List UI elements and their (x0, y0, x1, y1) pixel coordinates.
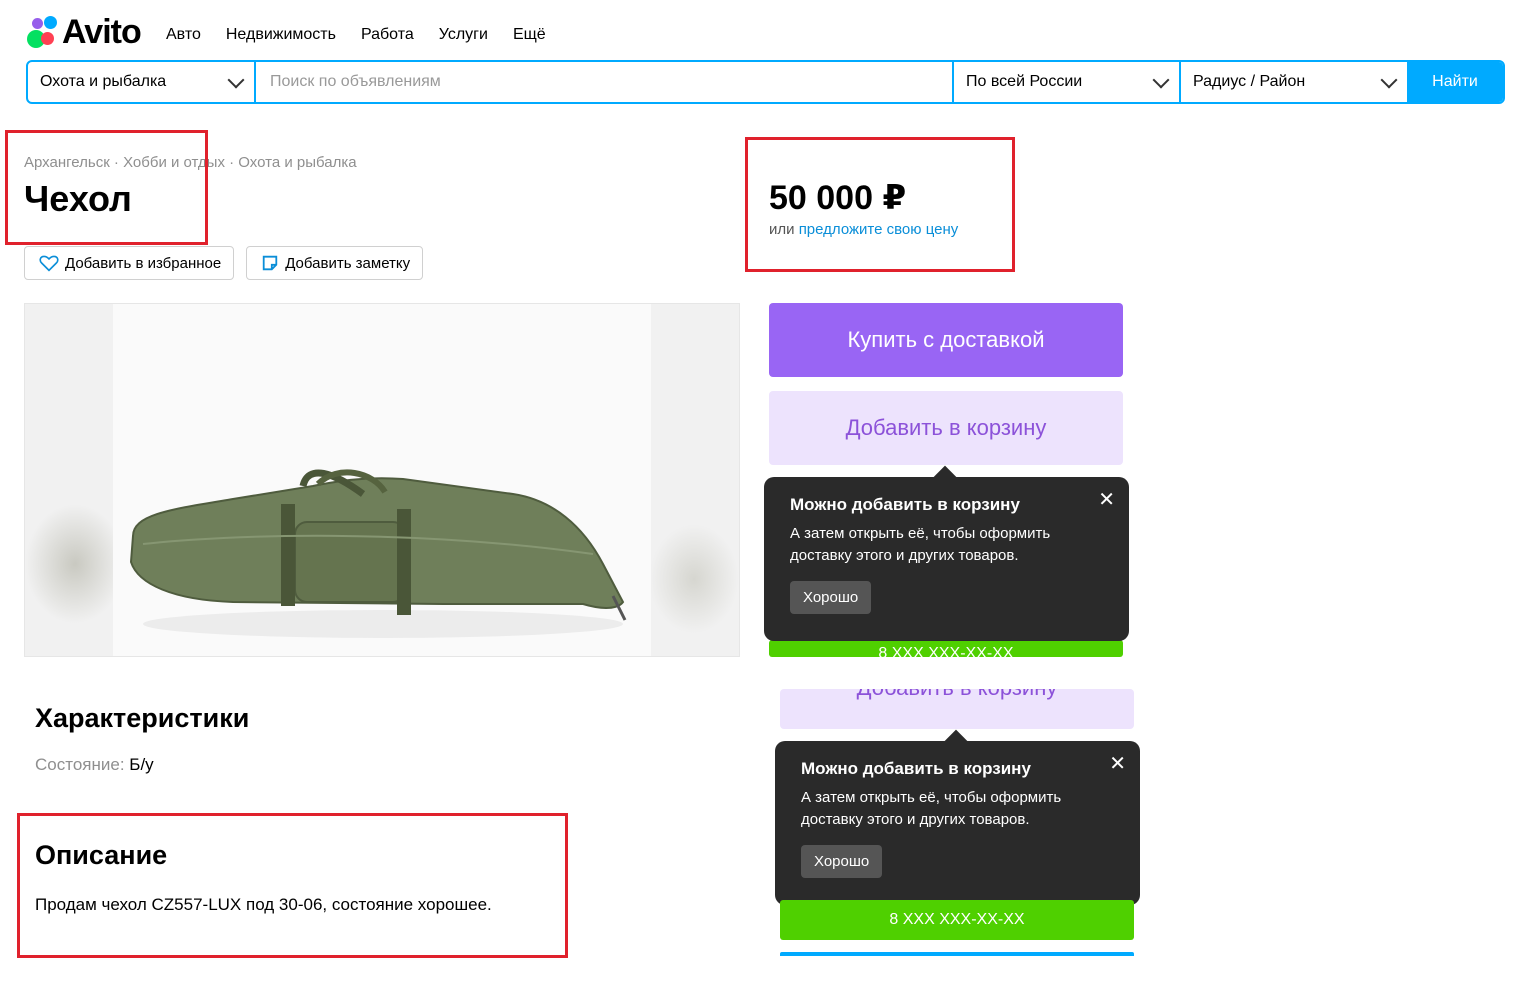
main-photo (113, 304, 651, 656)
chevron-down-icon (1380, 71, 1398, 88)
phone-label: 8 XXX XXX-XX-XX (878, 645, 1014, 657)
add-note-button[interactable]: Добавить заметку (246, 246, 424, 280)
annotation-box-price (745, 137, 1015, 272)
cart-tooltip: ✕ Можно добавить в корзину А затем откры… (764, 477, 1129, 641)
condition-value: Б/у (129, 755, 154, 774)
add-favorite-label: Добавить в избранное (65, 254, 222, 272)
annotation-box-title (5, 130, 208, 245)
avito-logo[interactable]: Avito (24, 12, 142, 52)
gallery-prev-blur (25, 504, 125, 624)
add-note-label: Добавить заметку (285, 254, 411, 272)
category-select[interactable]: Охота и рыбалка (28, 62, 256, 102)
tooltip-ok-button[interactable]: Хорошо (801, 845, 883, 878)
chevron-down-icon (227, 71, 245, 88)
buy-with-delivery-button[interactable]: Купить с доставкой (769, 303, 1123, 377)
nav-item-jobs[interactable]: Работа (361, 26, 414, 44)
show-phone-button[interactable]: 8 XXX XXX-XX-XX (769, 640, 1123, 657)
note-icon (263, 255, 278, 271)
tooltip-title: Можно добавить в корзину (790, 495, 1020, 514)
radius-select[interactable]: Радиус / Район (1181, 62, 1407, 102)
tooltip-text: А затем открыть её, чтобы оформить доста… (790, 525, 1051, 564)
region-select[interactable]: По всей России (954, 62, 1181, 102)
search-button[interactable]: Найти (1407, 62, 1503, 102)
tooltip-text: А затем открыть её, чтобы оформить доста… (801, 789, 1062, 828)
condition-row: Состояние: Б/у (35, 755, 154, 775)
nav-item-auto[interactable]: Авто (166, 26, 201, 44)
logo-dots-icon (24, 14, 60, 50)
condition-label: Состояние: (35, 755, 125, 774)
search-input-wrap (256, 62, 954, 102)
add-to-cart-button[interactable]: Добавить в корзину (769, 391, 1123, 465)
tooltip-title: Можно добавить в корзину (801, 759, 1031, 778)
region-select-value: По всей России (966, 73, 1083, 90)
logo-text: Avito (62, 12, 142, 51)
gallery-next-blur (649, 524, 739, 634)
chevron-down-icon (1152, 71, 1170, 88)
annotation-box-description (17, 813, 568, 958)
nav-item-more[interactable]: Ещё (513, 26, 546, 44)
search-input[interactable] (268, 72, 940, 92)
listing-actions: Добавить в избранное Добавить заметку (24, 246, 424, 280)
add-favorite-button[interactable]: Добавить в избранное (24, 246, 235, 280)
nav-item-realty[interactable]: Недвижимость (226, 26, 336, 44)
add-to-cart-label: Добавить в корзину (857, 689, 1058, 701)
show-phone-button[interactable]: 8 XXX XXX-XX-XX (780, 900, 1134, 940)
gun-case-image (129, 469, 627, 638)
close-icon[interactable]: ✕ (1098, 487, 1115, 512)
top-nav: Авто Недвижимость Работа Услуги Ещё (166, 26, 546, 44)
photo-gallery[interactable] (24, 303, 740, 657)
add-to-cart-button[interactable]: Добавить в корзину (780, 689, 1134, 729)
characteristics-heading: Характеристики (35, 703, 250, 733)
search-bar: Охота и рыбалка По всей России Радиус / … (26, 60, 1505, 104)
heart-icon (39, 255, 59, 272)
write-message-button[interactable] (780, 952, 1134, 956)
category-select-value: Охота и рыбалка (40, 73, 167, 90)
cart-tooltip: ✕ Можно добавить в корзину А затем откры… (775, 741, 1140, 905)
close-icon[interactable]: ✕ (1109, 751, 1126, 776)
nav-item-services[interactable]: Услуги (439, 26, 488, 44)
tooltip-ok-button[interactable]: Хорошо (790, 581, 872, 614)
radius-select-value: Радиус / Район (1193, 73, 1306, 90)
